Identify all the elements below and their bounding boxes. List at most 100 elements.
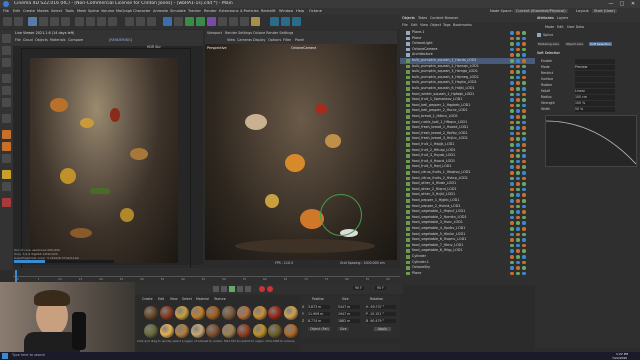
goto-end-icon[interactable] (245, 286, 251, 292)
record-icon[interactable] (259, 286, 265, 292)
material-tag-icon[interactable] (516, 115, 520, 119)
viewport-solo-icon[interactable] (2, 182, 11, 191)
mat-menu-select[interactable]: Select (182, 297, 192, 301)
rot-b-field[interactable]: B -90.479 ° (366, 319, 396, 323)
material-swatch[interactable] (283, 324, 298, 338)
material-tag-icon[interactable] (522, 75, 526, 80)
rot-p-field[interactable]: P -15.151 ° (366, 312, 396, 316)
material-tag-icon[interactable] (510, 182, 514, 186)
material-tag-icon[interactable] (510, 64, 514, 69)
material-tag-icon[interactable] (510, 75, 514, 80)
locked-workplane-icon[interactable] (2, 154, 11, 163)
material-tag-icon[interactable] (510, 92, 514, 97)
material-tag-icon[interactable] (516, 87, 520, 91)
material-tag-icon[interactable] (516, 109, 520, 113)
render-settings-icon[interactable] (147, 17, 156, 26)
material-tag-icon[interactable] (516, 75, 520, 80)
lv-menu-compare[interactable]: Compare (68, 38, 83, 42)
render-image[interactable] (30, 58, 178, 263)
material-tag-icon[interactable] (522, 232, 526, 237)
material-tag-icon[interactable] (522, 255, 526, 259)
mat-menu-texture[interactable]: Texture (214, 297, 226, 301)
material-tag-icon[interactable] (516, 182, 520, 186)
move-icon[interactable] (39, 17, 48, 26)
material-tag-icon[interactable] (510, 87, 514, 91)
material-tag-icon[interactable] (516, 81, 520, 85)
material-swatch[interactable] (268, 306, 282, 320)
material-tag-icon[interactable] (510, 243, 514, 248)
floor-icon[interactable] (229, 17, 238, 26)
rotate-icon[interactable] (61, 17, 70, 26)
minimize-button[interactable]: — (606, 0, 616, 8)
material-swatch[interactable] (237, 324, 251, 338)
material-tag-icon[interactable] (510, 154, 514, 158)
attr-menu-userdata[interactable]: User Data (567, 25, 584, 29)
material-tag-icon[interactable] (516, 98, 520, 102)
material-swatch[interactable] (221, 306, 236, 320)
material-tag-icon[interactable] (516, 171, 520, 175)
material-tag-icon[interactable] (522, 109, 526, 113)
snap-icon[interactable] (2, 130, 11, 139)
menu-edit[interactable]: Edit (13, 9, 20, 13)
preview-end-field[interactable]: 90 F (375, 286, 386, 290)
material-tag-icon[interactable] (522, 243, 526, 248)
material-tag-icon[interactable] (510, 131, 514, 136)
attr-field-value[interactable] (575, 59, 615, 64)
workplane-icon[interactable] (2, 142, 11, 151)
attr-field-value[interactable] (575, 83, 615, 88)
material-tag-icon[interactable] (510, 238, 514, 242)
om-menu-object[interactable]: Object (430, 23, 441, 27)
light-icon[interactable] (251, 17, 260, 26)
material-tag-icon[interactable] (522, 143, 526, 147)
material-swatch[interactable] (175, 306, 189, 320)
material-tag-icon[interactable] (516, 31, 520, 35)
layout-dropdown[interactable]: Start (User) (592, 9, 617, 13)
menu-xparticles[interactable]: X-Particles (240, 9, 259, 13)
material-tag-icon[interactable] (510, 255, 514, 259)
pen-icon[interactable] (174, 17, 183, 26)
material-tag-icon[interactable] (522, 64, 526, 69)
viewport-canvas[interactable]: Perspective OctaneCamera (205, 44, 397, 260)
material-tag-icon[interactable] (516, 154, 520, 158)
material-tag-icon[interactable] (510, 187, 514, 192)
material-tag-icon[interactable] (510, 266, 514, 270)
material-tag-icon[interactable] (516, 165, 520, 169)
menu-file[interactable]: File (3, 9, 9, 13)
material-tag-icon[interactable] (522, 260, 526, 265)
material-tag-icon[interactable] (510, 59, 514, 63)
material-tag-icon[interactable] (516, 260, 520, 265)
play-icon[interactable] (229, 286, 235, 292)
material-tag-icon[interactable] (522, 148, 526, 153)
menu-tracker[interactable]: Tracker (188, 9, 201, 13)
field-icon[interactable] (218, 17, 227, 26)
attr-field-value[interactable]: 50 % (575, 107, 615, 112)
start-icon[interactable] (2, 353, 8, 359)
material-tag-icon[interactable] (510, 42, 514, 46)
tab-attributes[interactable]: Attributes (537, 16, 554, 20)
material-tag-icon[interactable] (522, 221, 526, 225)
material-tag-icon[interactable] (510, 137, 514, 141)
material-tag-icon[interactable] (522, 36, 526, 41)
material-tag-icon[interactable] (516, 176, 520, 181)
tab-octane-settings[interactable]: Octane Render Settings (253, 31, 293, 35)
tab-content-browser[interactable]: Content Browser (430, 16, 458, 20)
texture-mode-icon[interactable] (2, 58, 11, 67)
falloff-curve-graph[interactable] (545, 115, 637, 167)
material-tag-icon[interactable] (510, 47, 514, 52)
material-tag-icon[interactable] (516, 204, 520, 209)
menu-extensions[interactable]: Extensions (219, 9, 239, 13)
size-y-field[interactable]: 1947 m (338, 312, 360, 316)
size-x-field[interactable]: 5447 m (338, 305, 360, 309)
lv-menu-objects[interactable]: Objects (35, 38, 48, 42)
material-tag-icon[interactable] (510, 232, 514, 237)
material-tag-icon[interactable] (516, 131, 520, 136)
tab-object-axis[interactable]: Object Axis (565, 42, 584, 46)
material-swatch[interactable] (252, 306, 267, 320)
material-tag-icon[interactable] (522, 215, 526, 220)
material-tag-icon[interactable] (516, 199, 520, 203)
material-tag-icon[interactable] (510, 227, 514, 231)
material-tag-icon[interactable] (516, 159, 520, 164)
attr-field-value[interactable]: 100 cm (575, 95, 615, 100)
material-tag-icon[interactable] (522, 53, 526, 57)
tab-viewport[interactable]: Viewport (207, 31, 222, 35)
